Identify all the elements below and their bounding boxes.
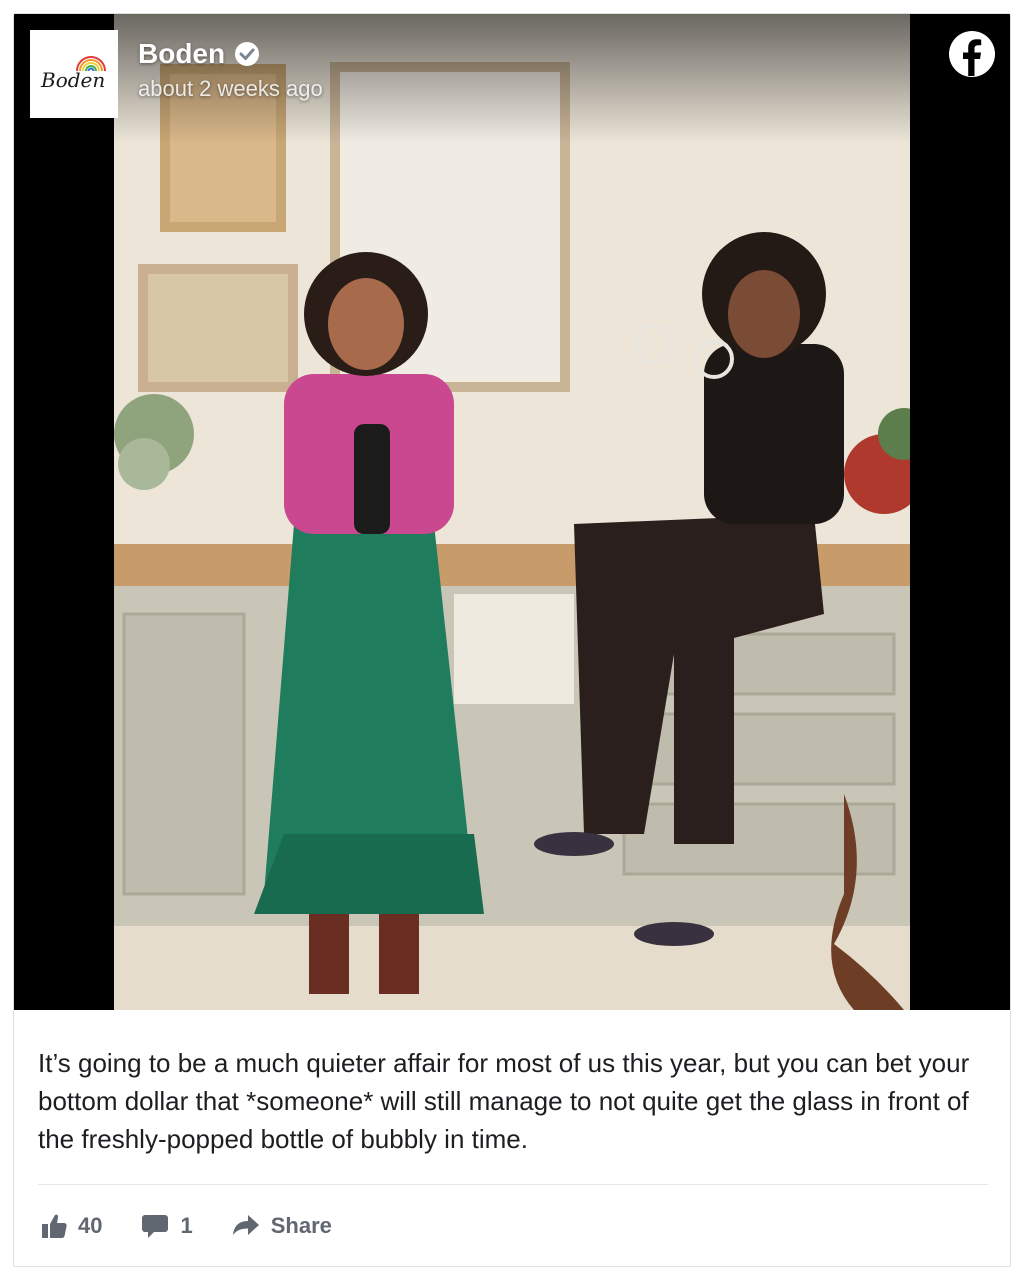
post-message: It’s going to be a much quieter affair f… [38, 1048, 970, 1154]
post-actions-bar: 40 1 Share [40, 1210, 332, 1242]
comment-button[interactable]: 1 [140, 1212, 193, 1240]
comment-count: 1 [180, 1213, 193, 1238]
post-media[interactable]: Boden Boden about 2 weeks ago [14, 14, 1010, 1010]
facebook-logo-icon[interactable] [948, 30, 996, 78]
page-name-row: Boden [138, 38, 261, 70]
thumbs-up-icon [40, 1212, 68, 1240]
embedded-post-card: Boden Boden about 2 weeks ago It’s going… [13, 13, 1011, 1267]
boden-logo: Boden [40, 56, 106, 92]
share-button[interactable]: Share [231, 1212, 332, 1240]
post-photo[interactable] [114, 14, 910, 1010]
actions-divider [38, 1184, 988, 1185]
comment-bubble-icon [140, 1212, 170, 1240]
like-count: 40 [78, 1213, 103, 1238]
share-arrow-icon [231, 1212, 261, 1240]
page-name[interactable]: Boden [138, 38, 225, 70]
svg-text:Boden: Boden [40, 68, 105, 92]
like-button[interactable]: 40 [40, 1212, 102, 1240]
verified-badge-icon [233, 40, 261, 68]
page-avatar[interactable]: Boden [30, 30, 118, 118]
post-timestamp[interactable]: about 2 weeks ago [138, 76, 323, 102]
share-label: Share [270, 1213, 332, 1238]
post-photo-illustration [114, 14, 910, 1010]
